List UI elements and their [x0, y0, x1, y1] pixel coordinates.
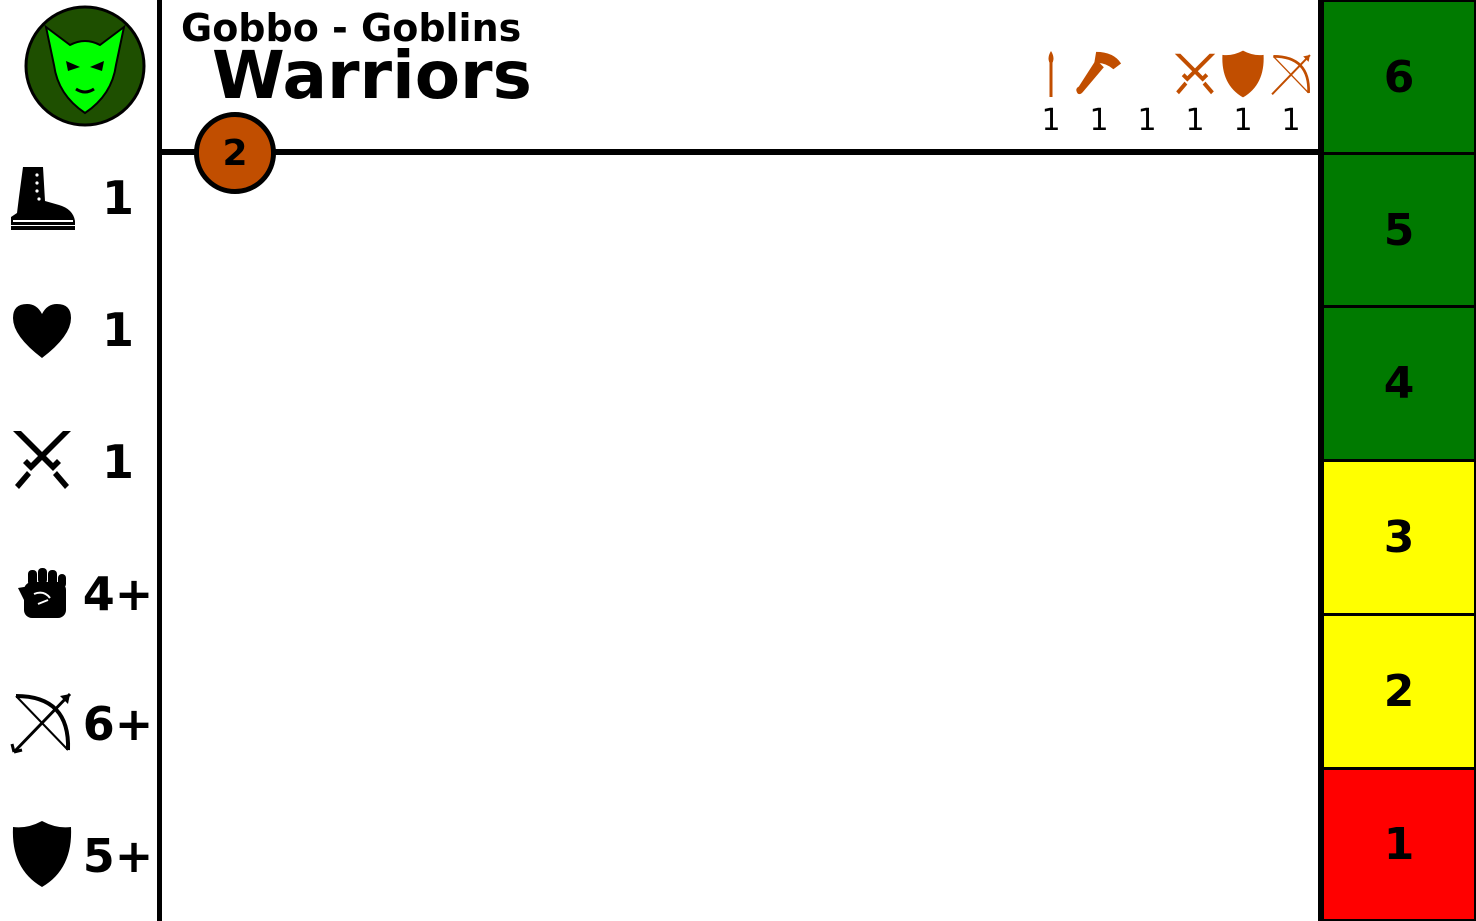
damage-track-cell: 1 [1324, 768, 1476, 921]
header-divider [160, 149, 1322, 155]
crossed-swords-icon [1171, 48, 1219, 100]
weapon-count: 1 [1281, 103, 1301, 138]
damage-track-cell: 3 [1324, 460, 1476, 615]
damage-track-cell: 6 [1324, 0, 1476, 154]
damage-track-cell: 2 [1324, 614, 1476, 769]
stat-move-value: 1 [101, 171, 134, 225]
weapon-count: 1 [1137, 103, 1157, 138]
damage-track: 6 5 4 3 2 1 [1324, 0, 1476, 921]
stat-attacks-value: 1 [101, 435, 134, 489]
stat-melee-value: 4+ [82, 567, 154, 621]
damage-track-cell: 4 [1324, 306, 1476, 461]
shield-icon [1219, 48, 1267, 100]
crossed-swords-icon [6, 424, 78, 496]
goblin-head-icon [24, 5, 146, 127]
bow-icon [6, 686, 78, 758]
heart-icon [6, 294, 78, 366]
faction-emblem [24, 5, 146, 127]
weapon-count: 1 [1089, 103, 1109, 138]
stat-wounds-value: 1 [101, 303, 134, 357]
weapon-count: 1 [1185, 103, 1205, 138]
fist-icon [6, 556, 78, 628]
left-divider [157, 0, 162, 921]
weapon-count: 1 [1041, 103, 1061, 138]
boot-icon [6, 162, 78, 234]
axe-icon [1075, 48, 1123, 100]
spear-icon [1027, 48, 1075, 100]
blank-weapon-slot [1123, 48, 1171, 100]
bow-icon [1267, 48, 1315, 100]
weapon-count: 1 [1233, 103, 1253, 138]
damage-track-cell: 5 [1324, 153, 1476, 307]
stat-ranged-value: 6+ [82, 697, 154, 751]
unit-name: Warriors [212, 37, 532, 114]
stat-save-value: 5+ [82, 829, 154, 883]
cost-badge: 2 [194, 112, 276, 194]
shield-icon [6, 818, 78, 890]
